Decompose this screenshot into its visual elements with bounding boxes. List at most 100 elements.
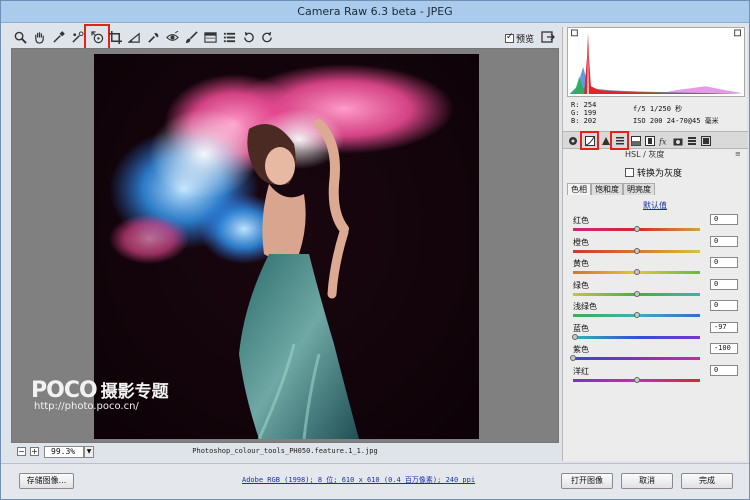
toolbar [11,24,559,50]
slider-track[interactable] [573,357,700,360]
blue-value: B: 202 [571,117,597,125]
slider-value-field[interactable]: -100 [710,343,738,354]
default-link[interactable]: 默认值 [563,200,747,211]
zoom-bar: − + 99.3% ▼ Photoshop_colour_tools_PH050… [11,446,559,460]
preferences-icon[interactable] [220,28,238,46]
tab-hue[interactable]: 色相 [567,183,591,195]
histogram [567,27,745,97]
white-balance-icon[interactable] [49,28,67,46]
slider-thumb[interactable] [633,376,640,383]
slider-value-field[interactable]: 0 [710,214,738,225]
watermark-logo: POCO [31,378,98,403]
hsl-sub-tabs: 色相 饱和度 明亮度 [567,183,655,195]
adjustment-brush-icon[interactable] [182,28,200,46]
slider-value-field[interactable]: 0 [710,364,738,376]
watermark-url: http://photo.poco.cn/ [34,401,139,412]
preview-check-icon[interactable] [505,32,514,43]
slider-value-field[interactable]: 0 [710,257,738,268]
slider-row: 红色 0 [573,214,741,235]
crop-icon[interactable] [106,28,124,46]
preview-checkbox[interactable]: 预览 [505,32,534,45]
slider-thumb[interactable] [570,355,576,361]
color-sampler-icon[interactable] [68,28,86,46]
window-title: Camera Raw 6.3 beta - JPEG [297,5,453,18]
slider-thumb[interactable] [633,269,640,275]
slider-row: 洋红 0 [573,364,741,386]
slider-row: 紫色 -100 [570,343,741,364]
rotate-left-icon[interactable] [239,28,257,46]
title-bar: Camera Raw 6.3 beta - JPEG [1,1,749,23]
hand-tool-icon[interactable] [30,28,48,46]
camera-raw-window: Camera Raw 6.3 beta - JPEG ✓ 预览 POCO 摄影专… [0,0,750,500]
slider-row: 蓝色 -97 [571,321,741,343]
slider-thumb[interactable] [633,226,640,232]
hsl-tab-icon[interactable] [610,131,629,150]
cancel-button[interactable]: 取消 [621,473,673,489]
rotate-right-icon[interactable] [258,28,276,46]
slider-label: 绿色 [573,280,589,290]
green-value: G: 199 [571,109,597,117]
shadow-clipping-icon[interactable] [571,29,578,37]
aperture-shutter: f/5 1/250 秒 [633,105,683,113]
slider-label: 洋红 [573,366,589,376]
basic-tab-icon[interactable] [566,134,579,147]
slider-row: 浅绿色 0 [573,300,741,321]
open-image-button[interactable]: 打开图像 [561,473,613,489]
panel-tabs: fx [563,131,748,150]
detail-tab-icon[interactable] [599,134,612,147]
slider-value-field[interactable]: 0 [710,300,738,311]
zoom-tool-icon[interactable] [11,28,29,46]
highlight-clipping-icon[interactable] [734,29,741,37]
slider-label: 浅绿色 [573,302,597,311]
slider-thumb[interactable] [571,333,578,340]
bottom-bar: 存储图像... Adobe RGB (1998); 8 位; 610 x 610… [1,463,749,499]
slider-value-field[interactable]: 0 [710,278,738,290]
slider-row: 橙色 0 [573,235,741,257]
slider-track[interactable] [573,335,700,339]
slider-label: 紫色 [573,345,589,354]
slider-thumb[interactable] [633,312,640,318]
spot-removal-icon[interactable] [144,28,162,46]
lens-corrections-tab-icon[interactable] [643,134,656,147]
poco-watermark: POCO 摄影专题 http://photo.poco.cn/ [31,377,169,412]
split-toning-tab-icon[interactable] [629,134,642,147]
effects-tab-icon[interactable]: fx [657,134,670,147]
slider-value-field[interactable]: -97 [710,321,738,333]
camera-calibration-tab-icon[interactable] [671,134,684,147]
save-image-button[interactable]: 存储图像... [19,473,74,489]
slider-row: 黄色 0 [573,257,741,278]
camera-info: f/5 1/250 秒 ISO 200 24-70@45 毫米 [633,103,719,127]
section-title: HSL / 灰度 [625,150,665,159]
image-filename: Photoshop_colour_tools_PH050.feature.1_1… [192,447,378,455]
slider-thumb[interactable] [633,247,640,254]
targeted-adjustment-icon[interactable] [84,24,110,50]
graduated-filter-icon[interactable] [201,28,219,46]
tab-saturation[interactable]: 饱和度 [591,183,623,195]
workflow-options-link[interactable]: Adobe RGB (1998); 8 位; 610 x 610 (0.4 百万… [242,475,475,485]
presets-tab-icon[interactable] [685,134,698,147]
slider-thumb[interactable] [633,290,640,297]
grayscale-check-icon[interactable] [625,168,634,177]
preview-label: 预览 [516,35,535,45]
straighten-icon[interactable] [125,28,143,46]
fullscreen-icon[interactable] [541,30,555,44]
adjustment-panel: R: 254 G: 199 B: 202 f/5 1/250 秒 ISO 200… [562,27,748,461]
tab-luminance[interactable]: 明亮度 [623,183,655,195]
panel-menu-icon[interactable]: ≡ [735,150,741,158]
svg-text:fx: fx [659,137,667,146]
convert-grayscale-checkbox[interactable]: 转换为灰度 [625,166,682,179]
slider-row: 绿色 0 [573,278,741,300]
done-button[interactable]: 完成 [681,473,733,489]
red-eye-icon[interactable] [163,28,181,46]
watermark-brand: 摄影专题 [100,382,169,402]
slider-label: 红色 [573,216,589,225]
tone-curve-tab-icon[interactable] [580,131,599,150]
snapshots-tab-icon[interactable] [699,134,712,147]
slider-label: 蓝色 [573,323,589,333]
red-value: R: 254 [571,101,597,109]
slider-label: 橙色 [573,237,589,247]
slider-label: 黄色 [573,259,589,268]
slider-value-field[interactable]: 0 [710,235,738,247]
iso-lens: ISO 200 24-70@45 毫米 [633,117,719,125]
grayscale-label: 转换为灰度 [637,169,683,179]
